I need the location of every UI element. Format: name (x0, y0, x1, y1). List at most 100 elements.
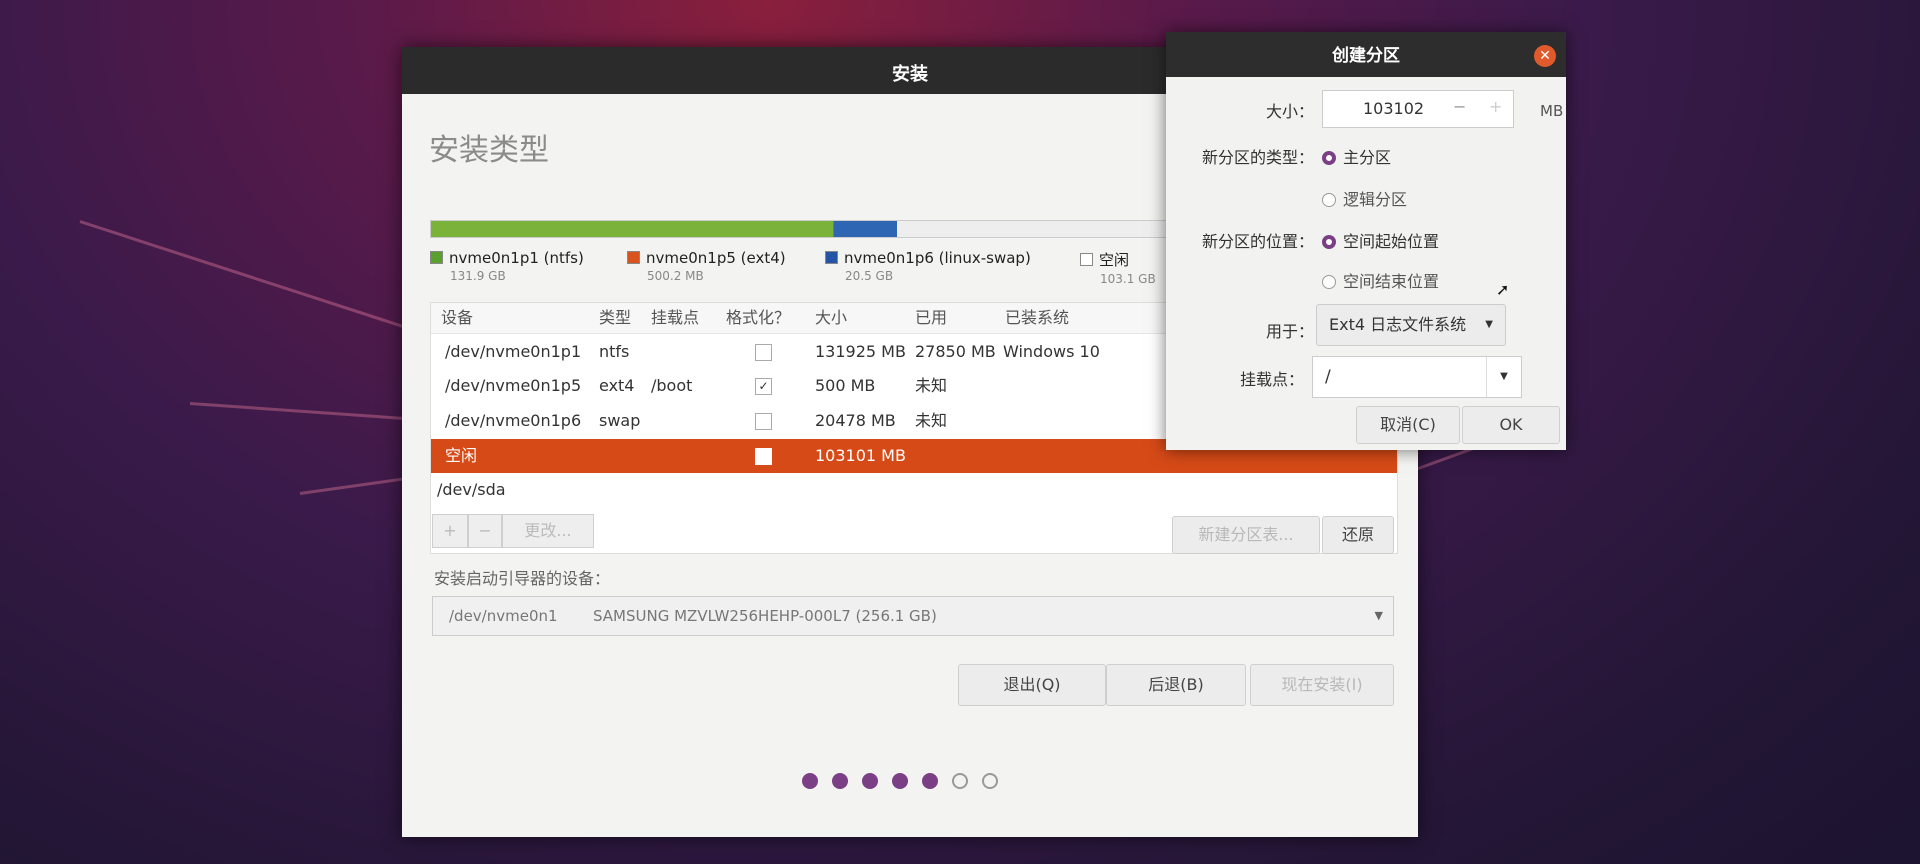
partition-location-label: 新分区的位置： (1201, 232, 1314, 251)
new-partition-table-button[interactable]: 新建分区表... (1172, 516, 1320, 554)
step-dot-pending (982, 773, 998, 789)
format-checkbox[interactable] (755, 413, 772, 430)
table-row[interactable]: /dev/sda (431, 473, 1397, 507)
format-checkbox[interactable] (755, 344, 772, 361)
close-icon[interactable]: ✕ (1534, 45, 1556, 67)
mount-point-label: 挂载点： (1239, 370, 1304, 389)
col-device[interactable]: 设备 (441, 303, 473, 333)
cell-size: 500 MB (815, 376, 876, 395)
radio-location-end[interactable]: 空间结束位置 (1322, 268, 1439, 292)
radio-location-start[interactable]: 空间起始位置 (1322, 228, 1439, 252)
radio-label: 空间结束位置 (1343, 272, 1440, 291)
bar-segment-ntfs (431, 221, 833, 237)
cell-size: 20478 MB (815, 411, 896, 430)
add-partition-button[interactable]: + (432, 514, 468, 548)
radio-label: 逻辑分区 (1343, 190, 1408, 209)
use-as-value: Ext4 日志文件系统 (1329, 315, 1467, 334)
legend-item: nvme0n1p1 (ntfs) 131.9 GB (430, 249, 584, 283)
bar-segment-free (896, 221, 1211, 237)
use-as-select[interactable]: Ext4 日志文件系统 ▼ (1316, 304, 1506, 346)
size-increment-button[interactable]: + (1489, 97, 1502, 116)
create-partition-dialog: 创建分区 ✕ 大小： 103102 − + MB 新分区的类型： 主分区 逻辑分… (1166, 32, 1566, 450)
cell-type: ext4 (599, 376, 635, 395)
size-label: 大小： (1265, 102, 1314, 121)
size-spinbox[interactable]: 103102 − + (1322, 90, 1514, 128)
step-dot-done (892, 773, 908, 789)
bootloader-label: 安装启动引导器的设备： (434, 569, 611, 588)
quit-button[interactable]: 退出(Q) (958, 664, 1106, 706)
legend-swatch (825, 251, 838, 264)
radio-label: 主分区 (1343, 148, 1392, 167)
radio-selected-icon (1322, 151, 1336, 165)
radio-primary[interactable]: 主分区 (1322, 144, 1391, 168)
col-mount[interactable]: 挂载点 (651, 303, 699, 333)
dialog-title-text: 创建分区 (1332, 46, 1400, 66)
cell-type: ntfs (599, 342, 630, 361)
chevron-down-icon: ▼ (1485, 319, 1493, 330)
cell-size: 103101 MB (815, 446, 906, 465)
step-dot-done (832, 773, 848, 789)
chevron-down-icon: ▼ (1374, 609, 1383, 622)
bootloader-device: /dev/nvme0n1 (449, 607, 558, 625)
cell-device: /dev/sda (437, 480, 506, 499)
page-title: 安装类型 (429, 133, 549, 168)
legend-size: 500.2 MB (647, 269, 704, 283)
ok-button[interactable]: OK (1462, 406, 1560, 444)
radio-label: 空间起始位置 (1343, 232, 1440, 251)
remove-partition-button[interactable]: − (468, 514, 502, 548)
col-used[interactable]: 已用 (915, 303, 947, 333)
format-checkbox[interactable] (755, 448, 772, 465)
cell-used: 未知 (915, 411, 948, 430)
radio-selected-icon (1322, 235, 1336, 249)
radio-logical[interactable]: 逻辑分区 (1322, 186, 1407, 210)
radio-empty-icon (1322, 275, 1336, 289)
partition-type-label: 新分区的类型： (1201, 148, 1314, 167)
mouse-cursor-icon: ➚ (1496, 280, 1510, 299)
cancel-button[interactable]: 取消(C) (1356, 406, 1460, 444)
legend-size: 20.5 GB (845, 269, 894, 283)
use-as-label: 用于： (1265, 322, 1314, 341)
bar-segment-swap (834, 221, 897, 237)
revert-button[interactable]: 还原 (1322, 516, 1394, 554)
change-partition-button[interactable]: 更改... (502, 514, 594, 548)
legend-label: nvme0n1p1 (ntfs) (449, 249, 584, 267)
legend-label: nvme0n1p6 (linux-swap) (844, 249, 1031, 267)
mount-point-combobox[interactable]: / ▼ (1312, 356, 1522, 398)
step-dot-done (862, 773, 878, 789)
cell-type: swap (599, 411, 641, 430)
legend-swatch (430, 251, 443, 264)
format-checkbox[interactable]: ✓ (755, 378, 772, 395)
step-dot-pending (952, 773, 968, 789)
cell-used: 未知 (915, 376, 948, 395)
legend-swatch (1080, 253, 1093, 266)
cell-device: /dev/nvme0n1p1 (445, 342, 582, 361)
bootloader-device-select[interactable]: /dev/nvme0n1 SAMSUNG MZVLW256HEHP-000L7 … (432, 596, 1394, 636)
col-size[interactable]: 大小 (815, 303, 847, 333)
col-type[interactable]: 类型 (599, 303, 631, 333)
dialog-title: 创建分区 ✕ (1166, 32, 1566, 77)
size-input[interactable]: 103102 (1363, 99, 1424, 118)
legend-size: 103.1 GB (1100, 272, 1156, 286)
partition-legend: nvme0n1p1 (ntfs) 131.9 GB nvme0n1p5 (ext… (430, 249, 1190, 297)
cell-device: /dev/nvme0n1p6 (445, 411, 582, 430)
cell-device: /dev/nvme0n1p5 (445, 376, 582, 395)
legend-item: nvme0n1p5 (ext4) 500.2 MB (627, 249, 786, 283)
disk-usage-bar (430, 220, 1212, 238)
step-indicator (802, 773, 998, 789)
legend-item: nvme0n1p6 (linux-swap) 20.5 GB (825, 249, 1031, 283)
chevron-down-icon[interactable]: ▼ (1486, 357, 1521, 397)
install-now-button[interactable]: 现在安装(I) (1250, 664, 1394, 706)
legend-label: 空闲 (1099, 251, 1130, 269)
cell-size: 131925 MB (815, 342, 906, 361)
bootloader-model: SAMSUNG MZVLW256HEHP-000L7 (256.1 GB) (593, 607, 937, 625)
size-decrement-button[interactable]: − (1453, 97, 1466, 116)
col-format[interactable]: 格式化？ (726, 303, 790, 333)
radio-empty-icon (1322, 193, 1336, 207)
mount-point-input[interactable]: / (1325, 357, 1331, 397)
back-button[interactable]: 后退(B) (1106, 664, 1246, 706)
cell-mount: /boot (651, 376, 693, 395)
step-dot-current (922, 773, 938, 789)
col-system[interactable]: 已装系统 (1005, 303, 1069, 333)
cell-device: 空闲 (445, 446, 478, 465)
legend-label: nvme0n1p5 (ext4) (646, 249, 786, 267)
